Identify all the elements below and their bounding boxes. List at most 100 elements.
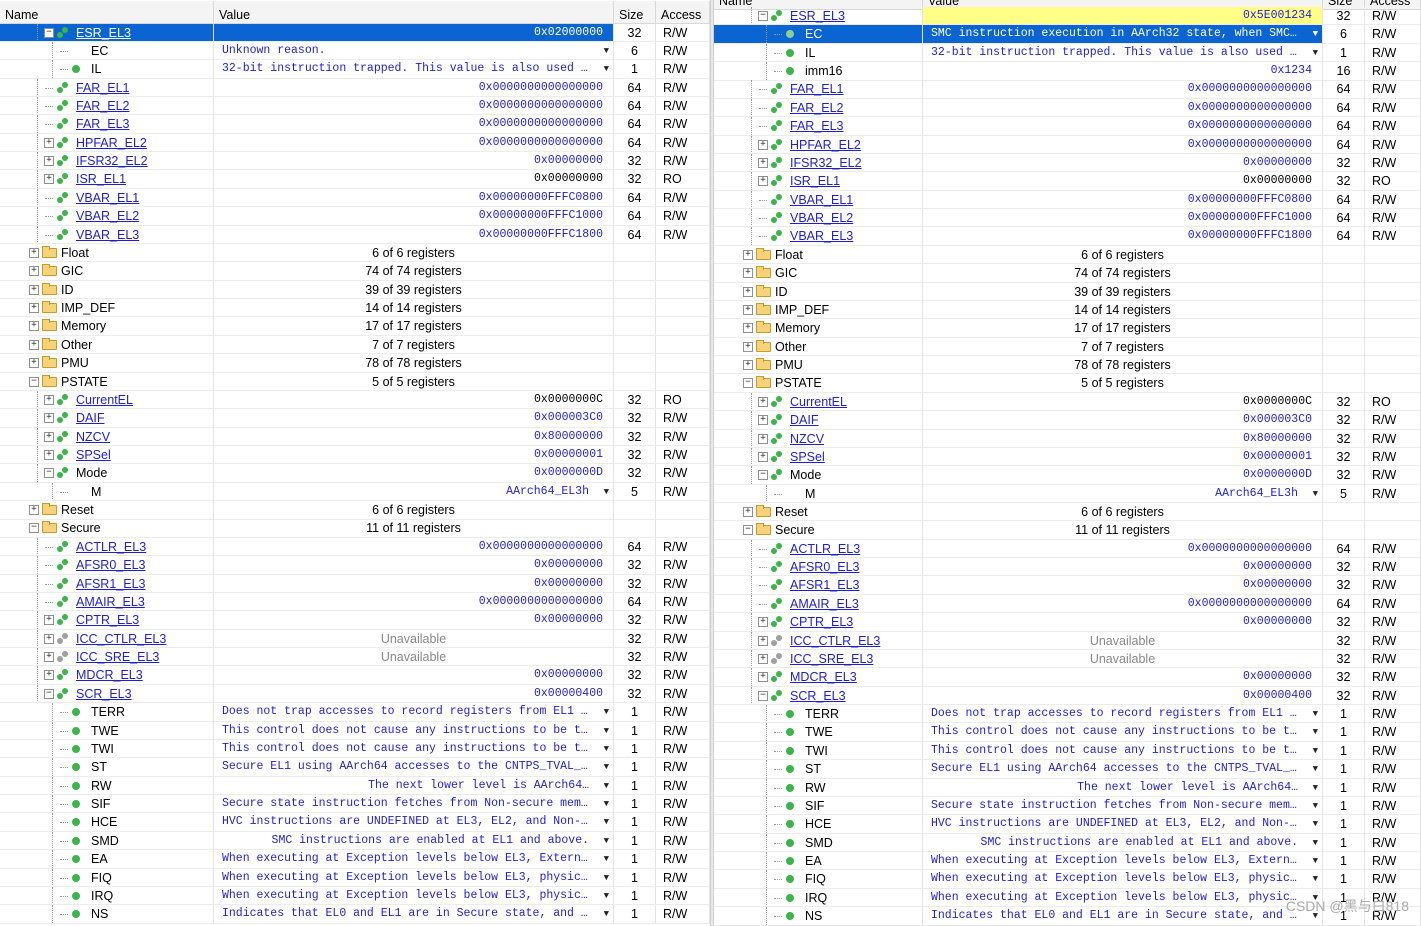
expand-toggle-icon[interactable]: + [743,360,753,371]
value-cell[interactable]: 6 of 6 registers [214,501,614,520]
field-row[interactable]: SIF Secure state instruction fetches from… [714,796,1421,816]
value-text[interactable]: 0x0000000000000000 [479,538,603,555]
field-row[interactable]: HCE HVC instructions are UNDEFINED at EL3… [0,813,710,832]
value-cell[interactable]: Indicates that EL0 and EL1 are in Secure… [214,905,614,924]
value-text[interactable]: 0x000003C0 [1243,411,1312,428]
value-cell[interactable]: Secure state instruction fetches from No… [214,795,614,814]
value-cell[interactable]: 0x80000000 [923,429,1323,448]
register-row[interactable]: + ICC_CTLR_EL3 Unavailable 32 R/W [0,629,710,649]
dropdown-arrow-icon[interactable]: ▼ [604,905,609,922]
value-text[interactable]: When executing at Exception levels below… [931,852,1298,869]
folder-row[interactable]: + IMP_DEF 14 of 14 registers [714,300,1421,320]
size-column-header[interactable]: Size [614,1,656,23]
value-cell[interactable]: 14 of 14 registers [923,300,1323,320]
expand-toggle-icon[interactable]: + [758,433,768,444]
register-row[interactable]: FAR_EL3 0x0000000000000000 64 R/W [0,115,710,134]
nzcv-label[interactable]: NZCV [76,428,110,445]
value-text[interactable]: Secure EL1 using AArch64 accesses to the… [222,758,589,775]
value-text[interactable]: 0x0000000C [534,391,603,408]
access-column-header[interactable]: Access [656,1,710,23]
value-cell[interactable]: 0x0000000000000000 [214,96,614,116]
register-row[interactable]: AMAIR_EL3 0x0000000000000000 64 R/W [0,592,710,612]
value-cell[interactable]: 0x0000000000000000 [923,98,1323,118]
collapse-toggle-icon[interactable]: − [758,11,768,21]
value-cell[interactable]: Unavailable [923,631,1323,650]
field-row[interactable]: TERR Does not trap accesses to record reg… [0,703,710,722]
expand-toggle-icon[interactable]: + [44,670,54,681]
register-row[interactable]: ACTLR_EL3 0x0000000000000000 64 R/W [0,537,710,557]
value-text[interactable]: 0x00000000 [534,666,603,683]
field-row[interactable]: FIQ When executing at Exception levels be… [714,870,1421,889]
dropdown-arrow-icon[interactable]: ▼ [1313,742,1318,759]
folder-row[interactable]: + Float 6 of 6 registers [0,243,710,263]
value-cell[interactable]: 0x00000001 [923,447,1323,467]
value-cell[interactable]: The next lower level is AArch64… ▼ [923,778,1323,797]
register-row[interactable]: + IFSR32_EL2 0x00000000 32 R/W [714,153,1421,173]
register-row[interactable]: FAR_EL2 0x0000000000000000 64 R/W [0,96,710,116]
value-text[interactable]: 0x00000000 [534,170,603,187]
value-text[interactable]: When executing at Exception levels below… [222,850,589,867]
expand-toggle-icon[interactable]: + [44,394,54,405]
value-text[interactable]: 0x00000001 [534,446,603,463]
field-row[interactable]: EC Unknown reason. ▼ 6 R/W [0,41,710,61]
value-cell[interactable]: 0x02000000 [214,23,614,42]
far-el2-label[interactable]: FAR_EL2 [790,99,844,116]
value-text[interactable]: 0x0000000000000000 [1188,80,1312,97]
dropdown-arrow-icon[interactable]: ▼ [604,777,609,794]
expand-toggle-icon[interactable]: + [758,672,768,683]
value-cell[interactable]: 74 of 74 registers [214,262,614,281]
value-cell[interactable]: AArch64_EL3h ▼ [214,482,614,502]
value-cell[interactable]: 0x00000000 [214,666,614,685]
vbar-el1-label[interactable]: VBAR_EL1 [76,189,139,206]
expand-toggle-icon[interactable]: + [758,653,768,664]
value-text[interactable]: 0x00000000 [1243,558,1312,575]
value-text[interactable]: Indicates that EL0 and EL1 are in Secure… [931,907,1298,924]
register-row[interactable]: + DAIF 0x000003C0 32 R/W [714,411,1421,430]
dropdown-arrow-icon[interactable]: ▼ [604,483,609,500]
collapse-toggle-icon[interactable]: − [44,27,54,38]
cptr-el3-label[interactable]: CPTR_EL3 [76,611,139,628]
collapse-toggle-icon[interactable]: − [743,378,753,389]
dropdown-arrow-icon[interactable]: ▼ [1313,870,1318,887]
value-cell[interactable]: 7 of 7 registers [923,337,1323,357]
value-cell[interactable]: 0x000003C0 [214,409,614,428]
value-text[interactable]: 0x00000400 [534,685,603,702]
value-cell[interactable]: 0x0000000C [923,392,1323,412]
value-text[interactable]: The next lower level is AArch64… [1077,779,1298,796]
folder-row[interactable]: + Memory 17 of 17 registers [0,317,710,336]
collapse-toggle-icon[interactable]: − [758,470,768,481]
value-cell[interactable]: 74 of 74 registers [923,264,1323,283]
register-row[interactable]: − SCR_EL3 0x00000400 32 R/W [714,686,1421,706]
dropdown-arrow-icon[interactable]: ▼ [604,813,609,830]
value-text[interactable]: SMC instructions are enabled at EL1 and … [981,834,1298,851]
value-text[interactable]: This control does not cause any instruct… [222,740,589,757]
value-cell[interactable]: 0x000003C0 [923,411,1323,430]
value-text[interactable]: AArch64_EL3h [1215,485,1298,502]
field-row[interactable]: ST Secure EL1 using AArch64 accesses to t… [0,758,710,777]
field-row[interactable]: EA When executing at Exception levels bel… [714,852,1421,871]
value-cell[interactable]: 78 of 78 registers [923,356,1323,375]
value-cell[interactable]: SMC instruction execution in AArch32 sta… [923,25,1323,44]
register-row[interactable]: FAR_EL3 0x0000000000000000 64 R/W [714,117,1421,136]
value-text[interactable]: 0x02000000 [534,24,603,41]
actlr-el3-label[interactable]: ACTLR_EL3 [76,538,146,555]
expand-toggle-icon[interactable]: + [758,635,768,646]
value-cell[interactable]: 0x00000000 [214,170,614,189]
folder-row[interactable]: + ID 39 of 39 registers [0,280,710,300]
value-text[interactable]: 0x0000000000000000 [1188,595,1312,612]
folder-row[interactable]: + Memory 17 of 17 registers [714,319,1421,338]
hpfar-el2-label[interactable]: HPFAR_EL2 [76,134,147,151]
folder-row[interactable]: + ID 39 of 39 registers [714,282,1421,301]
spsel-label[interactable]: SPSel [76,446,111,463]
expand-toggle-icon[interactable]: + [743,323,753,334]
dropdown-arrow-icon[interactable]: ▼ [604,740,609,757]
field-row[interactable]: SMD SMC instructions are enabled at EL1 a… [0,831,710,851]
value-cell[interactable]: 0x80000000 [214,427,614,447]
folder-row[interactable]: + Float 6 of 6 registers [714,245,1421,265]
field-row[interactable]: imm16 0x1234 16 R/W [714,62,1421,81]
icc-ctlr-el3-label[interactable]: ICC_CTLR_EL3 [76,630,166,647]
value-text[interactable]: 0x00000000 [1243,154,1312,171]
value-text[interactable]: This control does not cause any instruct… [222,722,589,739]
value-text[interactable]: 0x00000000 [534,611,603,628]
value-cell[interactable]: 39 of 39 registers [214,280,614,300]
